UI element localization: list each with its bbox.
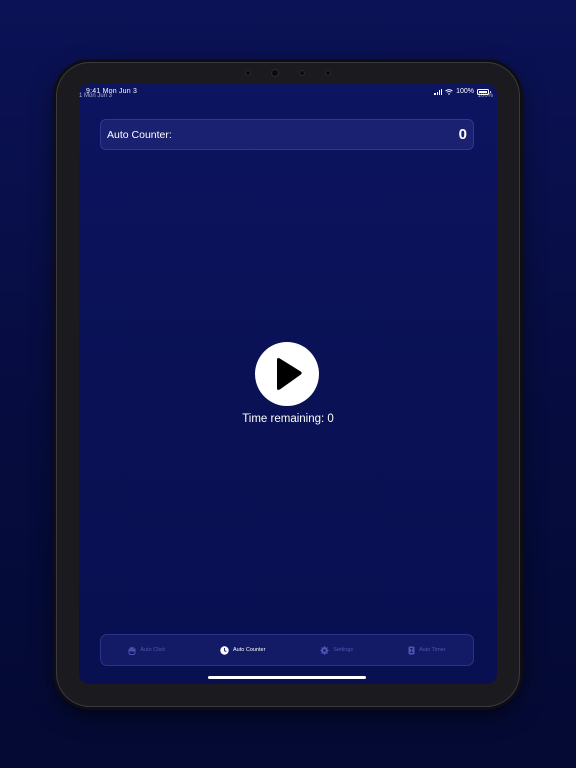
auto-counter-card: Auto Counter: 0 — [100, 119, 474, 150]
sensor-icon — [300, 71, 304, 75]
home-indicator[interactable] — [208, 676, 366, 679]
tab-auto-timer[interactable]: Auto Timer — [408, 646, 446, 655]
tab-auto-counter[interactable]: Auto Counter — [220, 645, 266, 655]
counter-label: Auto Counter: — [107, 128, 172, 141]
time-remaining: Time remaining: 0 — [242, 413, 334, 425]
battery-percent-ghost: 100% — [477, 93, 493, 99]
counter-value: 0 — [458, 126, 467, 143]
camera-icon — [272, 70, 278, 76]
tab-label: Settings — [333, 647, 354, 653]
tab-bar: Auto Click Auto Counter Settings Auto Ti… — [100, 634, 474, 666]
signal-icon — [434, 88, 443, 95]
wifi-icon — [445, 88, 453, 95]
status-ghost-indicators: 100% — [478, 93, 493, 99]
status-ghost-date: 1 Mon Jun 3 — [79, 93, 113, 99]
sensor-icon — [246, 71, 250, 75]
camera-bar — [246, 69, 330, 77]
hand-tap-icon — [128, 646, 136, 655]
tab-label: Auto Timer — [418, 647, 446, 653]
hourglass-icon — [408, 646, 415, 654]
play-icon — [277, 358, 302, 390]
app-screen: 9:41 Mon Jun 3 1 Mon Jun 3 100% 100% Aut… — [79, 84, 497, 684]
tab-auto-click[interactable]: Auto Click — [128, 646, 165, 655]
tab-settings[interactable]: Settings — [320, 645, 354, 655]
clock-icon — [220, 645, 229, 655]
status-bar: 9:41 Mon Jun 3 1 Mon Jun 3 100% 100% — [79, 86, 497, 100]
gear-icon — [320, 645, 329, 655]
sensor-icon — [326, 71, 330, 75]
tab-label: Auto Counter — [233, 647, 266, 653]
battery-percent: 100% — [456, 88, 474, 95]
tab-label: Auto Click — [140, 647, 166, 653]
play-button[interactable] — [255, 342, 319, 406]
